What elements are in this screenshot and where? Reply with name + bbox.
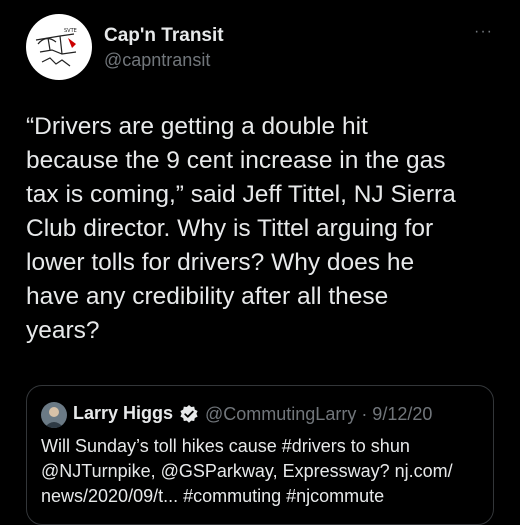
quoted-author-name[interactable]: Larry Higgs bbox=[73, 403, 173, 424]
verified-badge-icon bbox=[180, 405, 198, 423]
more-options-icon[interactable]: ··· bbox=[474, 23, 493, 41]
quoted-tweet-text: Will Sunday’s toll hikes cause #drivers … bbox=[41, 436, 453, 506]
transit-map-icon: SVTE bbox=[35, 28, 77, 67]
author-display-name[interactable]: Cap'n Transit bbox=[104, 25, 224, 47]
quoted-handle-date[interactable]: @CommutingLarry · 9/12/20 bbox=[205, 404, 432, 425]
author-handle[interactable]: @capntransit bbox=[104, 50, 210, 71]
quoted-tweet-card[interactable]: Larry Higgs @CommutingLarry · 9/12/20 Wi… bbox=[26, 385, 494, 525]
svg-text:SVTE: SVTE bbox=[64, 28, 77, 34]
person-icon bbox=[44, 407, 64, 428]
quoted-author-avatar[interactable] bbox=[41, 402, 67, 428]
author-avatar[interactable]: SVTE bbox=[26, 14, 92, 80]
tweet-text: “Drivers are getting a double hit becaus… bbox=[26, 113, 456, 344]
